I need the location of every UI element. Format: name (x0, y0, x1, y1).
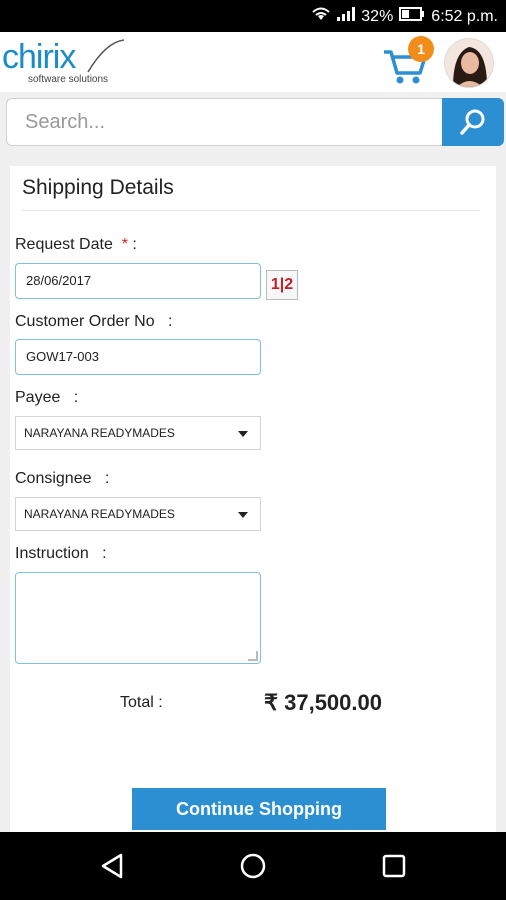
app-header: chirix software solutions 1 (0, 32, 506, 92)
instruction-label: Instruction : (15, 545, 107, 562)
continue-shopping-button[interactable]: Continue Shopping (132, 788, 386, 830)
customer-order-label: Customer Order No : (15, 313, 173, 330)
page-title: Shipping Details (22, 176, 174, 199)
request-date-label: Request Date * : (15, 236, 137, 253)
recents-icon (382, 854, 406, 878)
total-label: Total : (120, 694, 163, 711)
logo-wordmark: chirix (2, 38, 76, 76)
back-icon (101, 853, 123, 879)
calendar-icon[interactable]: 1|2 (266, 270, 298, 300)
user-avatar-icon (445, 39, 493, 87)
search-button[interactable] (442, 98, 504, 146)
chevron-down-icon (238, 512, 248, 518)
request-date-field[interactable]: 28/06/2017 (15, 263, 261, 299)
search-bar (0, 92, 506, 156)
recents-button[interactable] (380, 852, 408, 880)
consignee-select[interactable]: NARAYANA READYMADES (15, 497, 261, 531)
battery-percent: 32% (361, 7, 394, 25)
search-input[interactable] (6, 98, 442, 146)
consignee-label: Consignee : (15, 470, 110, 487)
avatar[interactable] (444, 38, 494, 88)
payee-selected-value: NARAYANA READYMADES (24, 426, 175, 440)
payee-select[interactable]: NARAYANA READYMADES (15, 416, 261, 450)
signal-icon (337, 7, 356, 26)
logo-swoosh-icon (87, 39, 125, 73)
back-button[interactable] (98, 852, 126, 880)
cart-count-badge: 1 (408, 36, 434, 62)
consignee-selected-value: NARAYANA READYMADES (24, 507, 175, 521)
search-icon (460, 109, 485, 135)
customer-order-field[interactable]: GOW17-003 (15, 339, 261, 375)
status-bar: 32% 6:52 p.m. (0, 0, 506, 32)
title-divider (22, 210, 480, 211)
battery-icon (399, 7, 425, 26)
payee-label: Payee : (15, 389, 79, 406)
instruction-textarea[interactable] (15, 572, 261, 664)
required-mark: * (121, 236, 128, 253)
system-nav-bar (0, 832, 506, 900)
resize-handle-icon[interactable] (248, 651, 258, 661)
chevron-down-icon (238, 431, 248, 437)
wifi-icon (311, 6, 331, 27)
company-logo[interactable]: chirix software solutions (2, 38, 142, 88)
home-icon (240, 853, 266, 879)
clock: 6:52 p.m. (431, 7, 498, 25)
home-button[interactable] (239, 852, 267, 880)
total-amount: ₹ 37,500.00 (264, 690, 382, 715)
